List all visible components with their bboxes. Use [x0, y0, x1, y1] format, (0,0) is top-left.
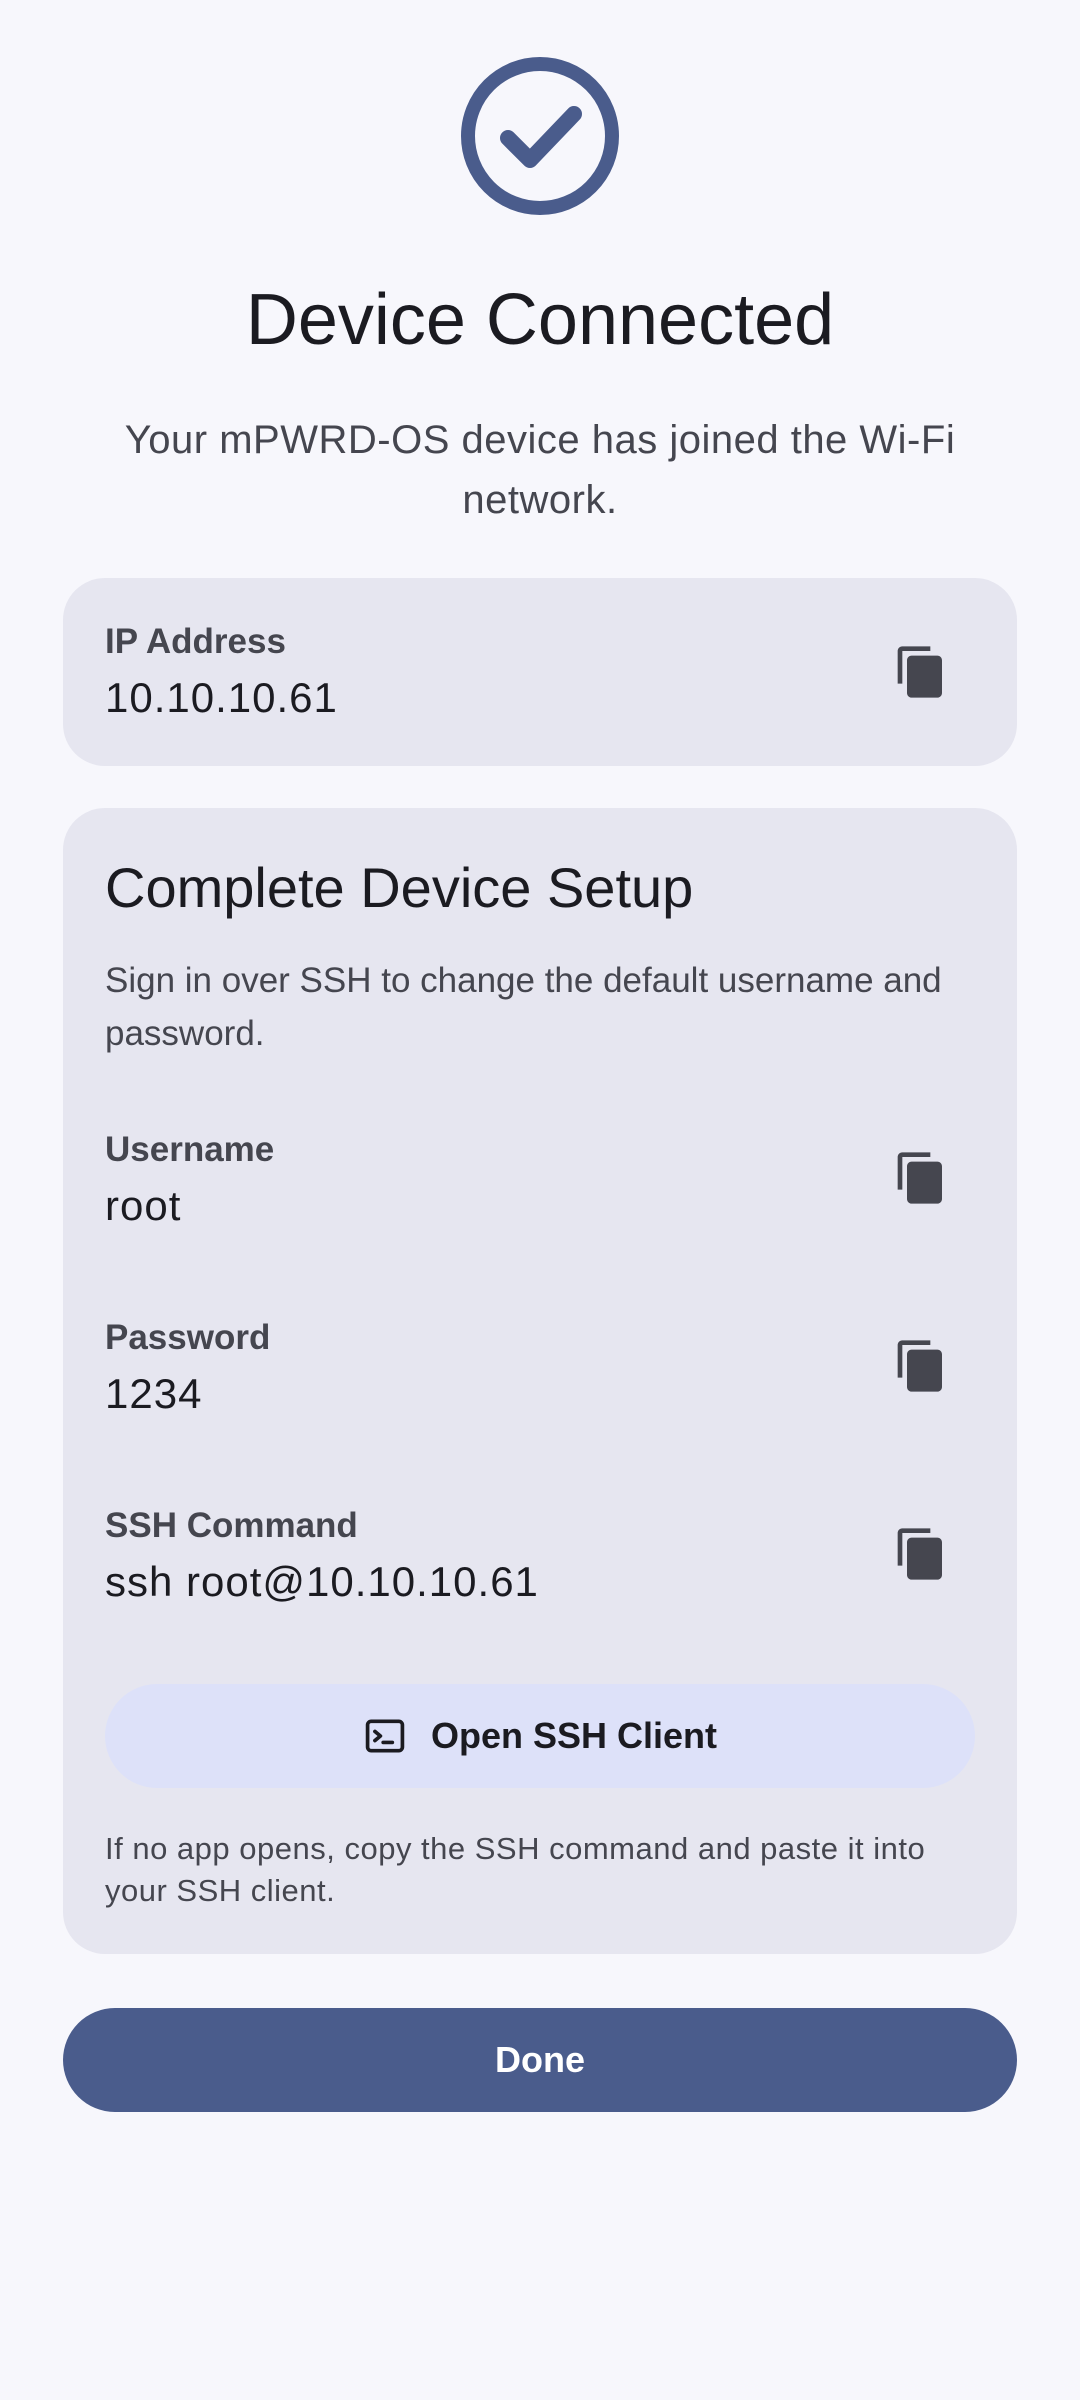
- open-ssh-client-label: Open SSH Client: [430, 1715, 718, 1756]
- done-button[interactable]: Done: [63, 2008, 1017, 2112]
- ssh-command-value: ssh root@10.10.10.61: [105, 1558, 539, 1605]
- done-button-label: Done: [495, 2039, 585, 2080]
- ssh-hint-text: If no app opens, copy the SSH command an…: [105, 1831, 926, 1908]
- terminal-icon: [365, 1719, 405, 1753]
- ip-address-value: 10.10.10.61: [105, 674, 338, 721]
- ssh-command-label: SSH Command: [105, 1506, 358, 1545]
- copy-password-button[interactable]: [885, 1330, 957, 1402]
- open-ssh-client-button[interactable]: Open SSH Client: [105, 1684, 975, 1788]
- copy-ssh-command-button[interactable]: [885, 1518, 957, 1590]
- password-label: Password: [105, 1318, 271, 1357]
- check-circle-icon: [460, 56, 620, 216]
- copy-icon: [897, 1528, 942, 1580]
- setup-title: Complete Device Setup: [105, 856, 694, 919]
- copy-username-button[interactable]: [885, 1142, 957, 1214]
- username-label: Username: [105, 1130, 275, 1169]
- copy-ip-button[interactable]: [885, 636, 957, 708]
- page-subtitle: Your mPWRD-OS device has joined the Wi-F…: [124, 418, 956, 522]
- copy-icon: [897, 1152, 942, 1204]
- page-title: Device Connected: [245, 280, 835, 360]
- device-setup-card: Complete Device Setup Sign in over SSH t…: [63, 808, 1017, 1954]
- username-value: root: [105, 1182, 182, 1229]
- setup-description: Sign in over SSH to change the default u…: [105, 961, 942, 1053]
- ip-address-label: IP Address: [105, 622, 286, 661]
- copy-icon: [897, 1340, 942, 1392]
- ip-address-card: IP Address 10.10.10.61: [63, 578, 1017, 766]
- copy-icon: [897, 646, 942, 698]
- password-value: 1234: [105, 1370, 203, 1417]
